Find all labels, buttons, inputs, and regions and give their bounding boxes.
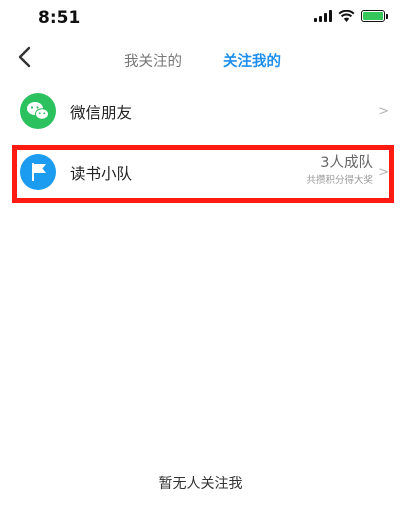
status-icons: [314, 10, 388, 22]
top-nav: 我关注的 关注我的: [0, 40, 401, 76]
chevron-right-icon: >: [378, 165, 389, 180]
tab-followers[interactable]: 关注我的: [223, 50, 281, 71]
empty-state-text: 暂无人关注我: [158, 476, 243, 492]
battery-icon: [361, 10, 388, 22]
team-count: 3人成队: [320, 155, 373, 171]
status-time: 8:51: [38, 8, 81, 28]
wechat-icon: [20, 93, 56, 129]
list-item-wechat-friends[interactable]: 微信朋友 >: [0, 84, 401, 140]
wechat-friends-label: 微信朋友: [70, 104, 133, 122]
team-info: 3人成队 共攒积分得大奖: [306, 154, 373, 187]
chevron-right-icon: >: [378, 104, 389, 119]
status-bar: 8:51: [0, 0, 401, 36]
battery-fill: [363, 12, 383, 20]
list-item-reading-team[interactable]: 读书小队 3人成队 共攒积分得大奖 >: [0, 145, 401, 201]
wifi-icon: [338, 10, 355, 22]
team-hint: 共攒积分得大奖: [306, 175, 373, 186]
tab-following[interactable]: 我关注的: [124, 50, 182, 71]
reading-team-label: 读书小队: [70, 165, 133, 183]
signal-icon: [314, 10, 332, 22]
back-icon[interactable]: [14, 44, 38, 70]
flag-icon: [20, 154, 56, 190]
